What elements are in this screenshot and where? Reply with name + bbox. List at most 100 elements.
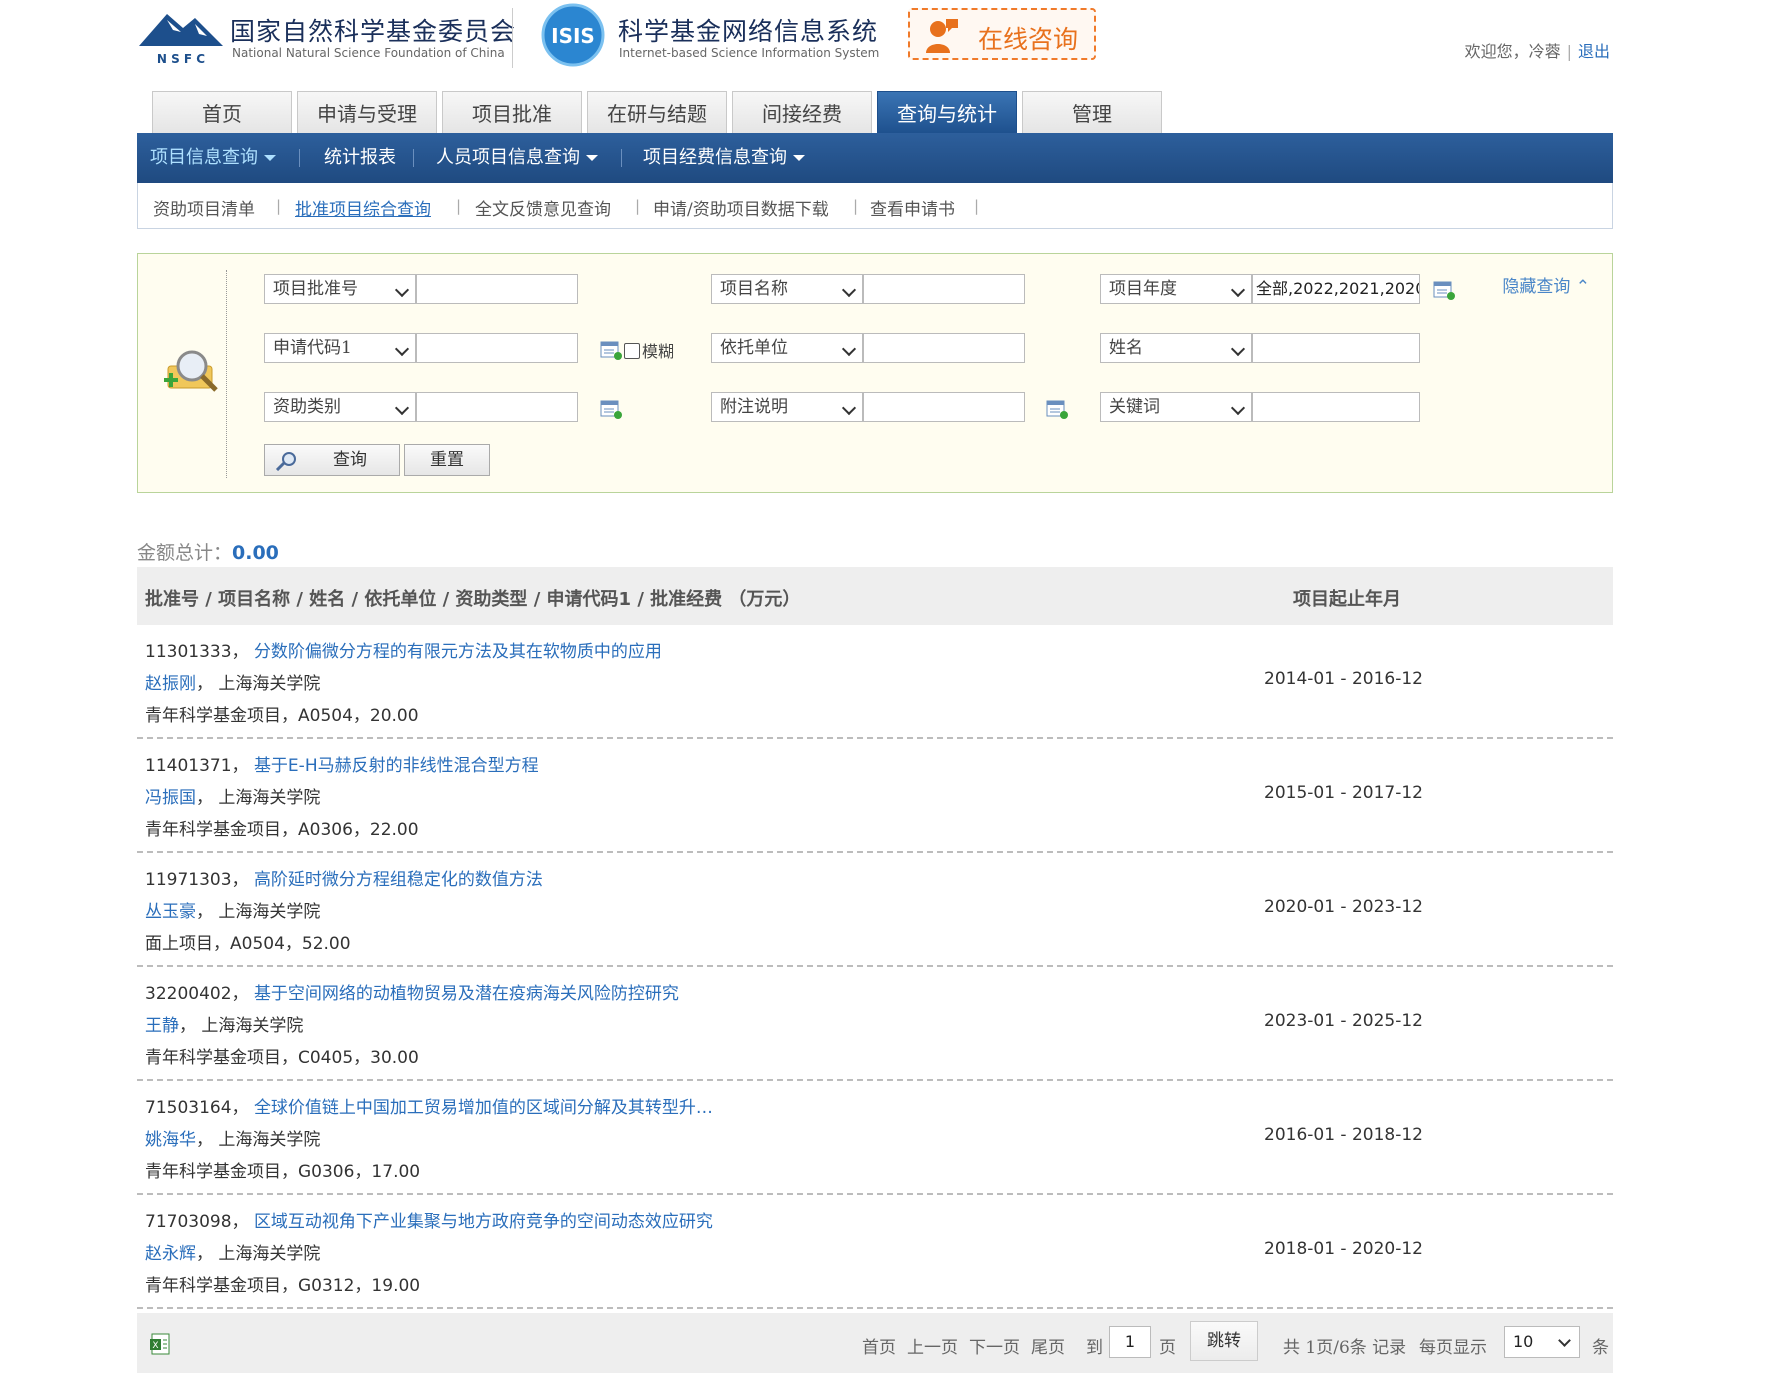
chevron-down-icon (264, 155, 276, 161)
chevron-down-icon (1558, 1334, 1571, 1347)
row-line-1: 32200402， 基于空间网络的动植物贸易及潜在疫病海关风险防控研究 (145, 979, 679, 1004)
third-level-menu: 资助项目清单 | 批准项目综合查询 | 全文反馈意见查询 | 申请/资助项目数据… (137, 183, 1613, 229)
input-apply-code[interactable] (416, 333, 578, 363)
total-label: 金额总计： (137, 542, 233, 564)
field-select-project-year[interactable]: 项目年度 (1100, 274, 1252, 304)
isis-logo: ISIS (541, 3, 605, 67)
person-name-link[interactable]: 赵振刚 (145, 674, 196, 694)
per-page-select[interactable]: 10 (1504, 1326, 1580, 1358)
tab-home[interactable]: 首页 (152, 91, 292, 135)
subnav-project-info-query[interactable]: 项目信息查询 (150, 133, 276, 183)
next-page-link[interactable]: 下一页 (969, 1333, 1020, 1358)
isis-subtitle: Internet-based Science Information Syste… (619, 46, 880, 60)
project-title-link[interactable]: 分数阶偏微分方程的有限元方法及其在软物质中的应用 (254, 642, 662, 662)
jump-button[interactable]: 跳转 (1190, 1321, 1258, 1361)
project-period: 2020-01 - 2023-12 (1264, 897, 1424, 917)
project-title-link[interactable]: 高阶延时微分方程组稳定化的数值方法 (254, 870, 543, 890)
project-title-link[interactable]: 全球价值链上中国加工贸易增加值的区域间分解及其转型升… (254, 1098, 713, 1118)
org-name: ， 上海海关学院 (179, 1016, 304, 1036)
menu-separator: | (853, 197, 859, 215)
field-select-project-name[interactable]: 项目名称 (711, 274, 863, 304)
chevron-down-icon (841, 341, 857, 357)
subnav-stats-report[interactable]: 统计报表 (324, 133, 396, 183)
last-page-link[interactable]: 尾页 (1031, 1333, 1065, 1358)
funding-info: 青年科学基金项目，A0504，20.00 (145, 706, 419, 726)
project-period: 2018-01 - 2020-12 (1264, 1239, 1424, 1259)
logout-link[interactable]: 退出 (1578, 42, 1610, 61)
person-name-link[interactable]: 王静 (145, 1016, 179, 1036)
picker-icon[interactable] (600, 399, 622, 419)
tab-manage[interactable]: 管理 (1022, 91, 1162, 135)
menu-feedback-query[interactable]: 全文反馈意见查询 (475, 195, 611, 220)
search-magnifier-icon (164, 350, 218, 392)
input-note[interactable] (863, 392, 1025, 422)
input-name[interactable] (1252, 333, 1420, 363)
org-name: ， 上海海关学院 (196, 1244, 321, 1264)
query-panel: 项目批准号 项目名称 项目年度 全部,2022,2021,2020,2 隐藏查询… (137, 253, 1613, 493)
picker-icon[interactable] (1433, 280, 1455, 300)
project-period: 2014-01 - 2016-12 (1264, 669, 1424, 689)
tab-query-stats[interactable]: 查询与统计 (877, 91, 1017, 135)
menu-approved-query[interactable]: 批准项目综合查询 (295, 195, 431, 220)
search-button[interactable]: 查询 (264, 444, 400, 476)
field-select-funding-type[interactable]: 资助类别 (264, 392, 416, 422)
field-select-apply-code[interactable]: 申请代码1 (264, 333, 416, 363)
chevron-up-double-icon: ⌃ (1575, 277, 1590, 297)
person-name-link[interactable]: 丛玉豪 (145, 902, 196, 922)
reset-button[interactable]: 重置 (404, 444, 490, 476)
approval-no: 32200402， (145, 984, 249, 1004)
subnav-label: 项目信息查询 (150, 147, 258, 168)
project-title-link[interactable]: 基于E-H马赫反射的非线性混合型方程 (254, 756, 539, 776)
picker-icon[interactable] (600, 340, 622, 360)
field-select-note[interactable]: 附注说明 (711, 392, 863, 422)
chevron-down-icon (793, 155, 805, 161)
input-project-name[interactable] (863, 274, 1025, 304)
menu-funded-list[interactable]: 资助项目清单 (153, 195, 255, 220)
input-funding-type[interactable] (416, 392, 578, 422)
menu-view-application[interactable]: 查看申请书 (870, 195, 955, 220)
person-name-link[interactable]: 冯振国 (145, 788, 196, 808)
field-select-org[interactable]: 依托单位 (711, 333, 863, 363)
nsfc-title: 国家自然科学基金委员会 (230, 17, 517, 46)
table-row: 71703098， 区域互动视角下产业集聚与地方政府竞争的空间动态效应研究 赵永… (137, 1195, 1613, 1309)
chevron-down-icon (841, 400, 857, 416)
hide-query-link[interactable]: 隐藏查询 ⌃ (1502, 272, 1590, 297)
tab-indirect-funds[interactable]: 间接经费 (732, 91, 872, 135)
funding-info: 青年科学基金项目，C0405，30.00 (145, 1048, 419, 1068)
row-line-1: 71703098， 区域互动视角下产业集聚与地方政府竞争的空间动态效应研究 (145, 1207, 713, 1232)
svg-text:X: X (152, 1341, 158, 1351)
tab-approve[interactable]: 项目批准 (442, 91, 582, 135)
field-select-approval-no[interactable]: 项目批准号 (264, 274, 416, 304)
menu-data-download[interactable]: 申请/资助项目数据下载 (653, 195, 829, 220)
field-select-name[interactable]: 姓名 (1100, 333, 1252, 363)
header-main-columns: 批准号 / 项目名称 / 姓名 / 依托单位 / 资助类型 / 申请代码1 / … (145, 589, 801, 610)
input-org[interactable] (863, 333, 1025, 363)
field-select-keyword[interactable]: 关键词 (1100, 392, 1252, 422)
subnav-person-project-query[interactable]: 人员项目信息查询 (436, 133, 598, 183)
approval-no: 71503164， (145, 1098, 249, 1118)
input-approval-no[interactable] (416, 274, 578, 304)
total-value: 0.00 (232, 542, 279, 564)
first-page-link[interactable]: 首页 (862, 1333, 896, 1358)
input-keyword[interactable] (1252, 392, 1420, 422)
input-project-year[interactable]: 全部,2022,2021,2020,2 (1252, 274, 1420, 304)
page-number-input[interactable]: 1 (1109, 1326, 1151, 1358)
online-consult-button[interactable]: 在线咨询 (908, 8, 1096, 60)
subnav-funding-query[interactable]: 项目经费信息查询 (643, 133, 805, 183)
fuzzy-checkbox[interactable]: 模糊 (624, 338, 674, 362)
panel-divider (226, 270, 227, 478)
project-title-link[interactable]: 基于空间网络的动植物贸易及潜在疫病海关风险防控研究 (254, 984, 679, 1004)
project-title-link[interactable]: 区域互动视角下产业集聚与地方政府竞争的空间动态效应研究 (254, 1212, 713, 1232)
person-name-link[interactable]: 姚海华 (145, 1130, 196, 1150)
picker-icon[interactable] (1046, 399, 1068, 419)
prev-page-link[interactable]: 上一页 (907, 1333, 958, 1358)
tab-apply[interactable]: 申请与受理 (297, 91, 437, 135)
isis-logo-text: ISIS (551, 24, 595, 48)
tab-research[interactable]: 在研与结题 (587, 91, 727, 135)
excel-export-icon[interactable]: X (149, 1333, 171, 1355)
sub-navigation: 项目信息查询 统计报表 人员项目信息查询 项目经费信息查询 (137, 133, 1613, 183)
consult-person-icon (926, 19, 958, 53)
table-row: 32200402， 基于空间网络的动植物贸易及潜在疫病海关风险防控研究 王静， … (137, 967, 1613, 1081)
person-name-link[interactable]: 赵永辉 (145, 1244, 196, 1264)
project-period: 2015-01 - 2017-12 (1264, 783, 1424, 803)
